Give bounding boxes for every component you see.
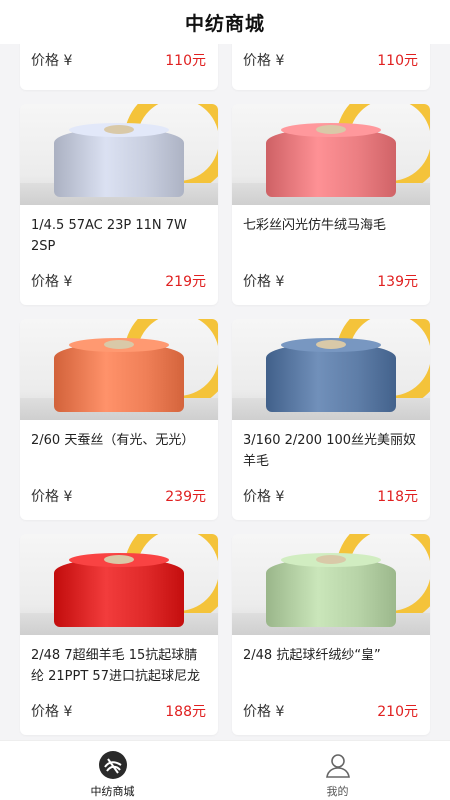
product-image[interactable]	[232, 534, 430, 635]
product-image[interactable]	[20, 319, 218, 420]
price-value: 110元	[377, 53, 418, 69]
mall-logo-icon	[98, 751, 127, 779]
tab-label: 中纺商城	[90, 785, 135, 798]
product-card[interactable]: 七彩丝闪光仿牛绒马海毛 价格 ¥ 139元	[232, 104, 430, 305]
product-title: 2/60 天蚕丝（有光、无光）	[31, 433, 195, 448]
product-title: 1/4.5 57AC 23P 11N 7W 2SP	[31, 218, 187, 254]
product-card[interactable]: 价格 ¥ 110元	[20, 44, 218, 90]
product-title: 2/48 抗起球纤绒纱“皇”	[243, 648, 381, 663]
yarn-cone-image	[266, 123, 396, 197]
price-label: 价格 ¥	[31, 274, 73, 290]
price-row: 价格 ¥ 219元	[31, 271, 206, 291]
price-value: 118元	[377, 489, 418, 505]
page-title: 中纺商城	[184, 12, 265, 35]
bottom-tab-bar: 中纺商城 我的	[0, 740, 450, 800]
tab-profile[interactable]: 我的	[225, 741, 450, 800]
product-image[interactable]	[232, 104, 430, 205]
yarn-cone-image	[266, 338, 396, 412]
price-row: 价格 ¥ 110元	[31, 50, 206, 70]
yarn-cone-image	[266, 553, 396, 627]
product-card[interactable]: 2/60 天蚕丝（有光、无光） 价格 ¥ 239元	[20, 319, 218, 520]
yarn-cone-image	[54, 123, 184, 197]
price-row: 价格 ¥ 110元	[243, 50, 418, 70]
product-card[interactable]: 1/4.5 57AC 23P 11N 7W 2SP 价格 ¥ 219元	[20, 104, 218, 305]
price-label: 价格 ¥	[243, 53, 285, 69]
product-card[interactable]: 2/48 抗起球纤绒纱“皇” 价格 ¥ 210元	[232, 534, 430, 735]
price-label: 价格 ¥	[31, 53, 73, 69]
price-label: 价格 ¥	[243, 704, 285, 720]
price-label: 价格 ¥	[243, 274, 285, 290]
price-value: 239元	[165, 489, 206, 505]
product-title: 2/48 7超细羊毛 15抗起球腈纶 21PPT 57进口抗起球尼龙	[31, 648, 200, 684]
product-card[interactable]: 2/48 7超细羊毛 15抗起球腈纶 21PPT 57进口抗起球尼龙 价格 ¥ …	[20, 534, 218, 735]
yarn-cone-image	[54, 553, 184, 627]
price-value: 110元	[165, 53, 206, 69]
price-row: 价格 ¥ 188元	[31, 701, 206, 721]
product-title: 七彩丝闪光仿牛绒马海毛	[243, 218, 387, 233]
price-value: 219元	[165, 274, 206, 290]
product-title: 3/160 2/200 100丝光美丽奴羊毛	[243, 433, 417, 469]
price-label: 价格 ¥	[31, 489, 73, 505]
product-list[interactable]: 价格 ¥ 110元 价格 ¥ 110元 1/4.5 57AC 23P 11N 7…	[0, 44, 450, 740]
price-row: 价格 ¥ 210元	[243, 701, 418, 721]
app-root: 中纺商城 价格 ¥ 110元 价格 ¥ 110元 1/4.5 57AC 23P …	[0, 0, 450, 800]
price-row: 价格 ¥ 118元	[243, 486, 418, 506]
product-image[interactable]	[20, 534, 218, 635]
app-header: 中纺商城	[0, 0, 450, 44]
product-image[interactable]	[20, 104, 218, 205]
user-icon	[324, 751, 352, 779]
tab-label: 我的	[326, 785, 349, 798]
price-value: 188元	[165, 704, 206, 720]
price-label: 价格 ¥	[31, 704, 73, 720]
product-card[interactable]: 价格 ¥ 110元	[232, 44, 430, 90]
yarn-cone-image	[54, 338, 184, 412]
price-label: 价格 ¥	[243, 489, 285, 505]
price-value: 139元	[377, 274, 418, 290]
product-grid: 价格 ¥ 110元 价格 ¥ 110元 1/4.5 57AC 23P 11N 7…	[0, 44, 450, 735]
price-row: 价格 ¥ 239元	[31, 486, 206, 506]
product-card[interactable]: 3/160 2/200 100丝光美丽奴羊毛 价格 ¥ 118元	[232, 319, 430, 520]
price-row: 价格 ¥ 139元	[243, 271, 418, 291]
tab-mall[interactable]: 中纺商城	[0, 741, 225, 800]
product-image[interactable]	[232, 319, 430, 420]
price-value: 210元	[377, 704, 418, 720]
